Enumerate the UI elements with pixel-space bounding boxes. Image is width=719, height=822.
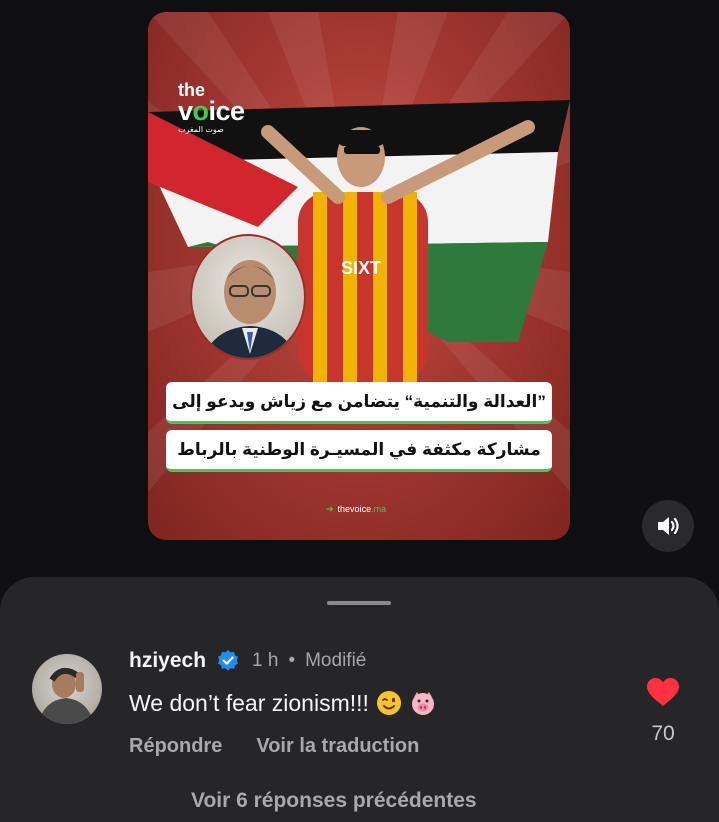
like-count: 70 bbox=[651, 722, 675, 745]
sound-toggle-button[interactable] bbox=[642, 500, 694, 552]
comments-sheet: hziyech 1 h • Modifié We don’t fear zion… bbox=[0, 577, 719, 822]
inset-portrait bbox=[190, 234, 306, 360]
headline-line-2: مشاركة مكثفة في المسيـرة الوطنية بالرباط bbox=[166, 430, 552, 472]
winking-face-emoji bbox=[376, 691, 401, 715]
comment-username[interactable]: hziyech bbox=[129, 649, 206, 673]
translate-button[interactable]: Voir la traduction bbox=[256, 735, 419, 758]
brand-logo: the voice صوت المغرب bbox=[178, 81, 258, 134]
sheet-drag-handle[interactable] bbox=[327, 601, 391, 605]
site-tag-tld: .ma bbox=[371, 504, 387, 514]
arrow-right-icon: ➜ bbox=[326, 504, 334, 514]
pig-face-emoji bbox=[411, 692, 434, 715]
comment-body: We don’t fear zionism!!! bbox=[129, 689, 437, 717]
comment-time: 1 h bbox=[252, 650, 279, 671]
comment-edited-label: Modifié bbox=[305, 650, 367, 671]
headline-line-1: ”العدالة والتنمية“ يتضامن مع زياش ويدعو … bbox=[166, 382, 552, 424]
verified-badge-icon bbox=[218, 650, 239, 671]
meta-separator: • bbox=[288, 650, 296, 671]
brand-logo-subtitle: صوت المغرب bbox=[178, 125, 224, 134]
avatar[interactable] bbox=[32, 654, 102, 724]
reply-button[interactable]: Répondre bbox=[129, 735, 222, 758]
site-tag-name: thevoice bbox=[337, 504, 372, 514]
view-previous-replies-button[interactable]: Voir 6 réponses précédentes bbox=[191, 789, 477, 813]
comment-text: We don’t fear zionism!!! bbox=[129, 689, 369, 716]
like-button[interactable]: 70 bbox=[640, 677, 686, 746]
site-tag: ➜ thevoice.ma bbox=[326, 504, 386, 515]
heart-icon bbox=[647, 678, 679, 706]
brand-logo-voice: voice bbox=[178, 96, 245, 126]
post-media[interactable]: SIXT the voice صوت المغرب ”العدالة والتن… bbox=[148, 12, 570, 540]
speaker-icon bbox=[658, 517, 679, 535]
jersey-sponsor-text: SIXT bbox=[341, 258, 381, 278]
comment-header: hziyech 1 h • Modifié bbox=[129, 649, 366, 673]
comment-actions: Répondre Voir la traduction bbox=[129, 735, 419, 758]
